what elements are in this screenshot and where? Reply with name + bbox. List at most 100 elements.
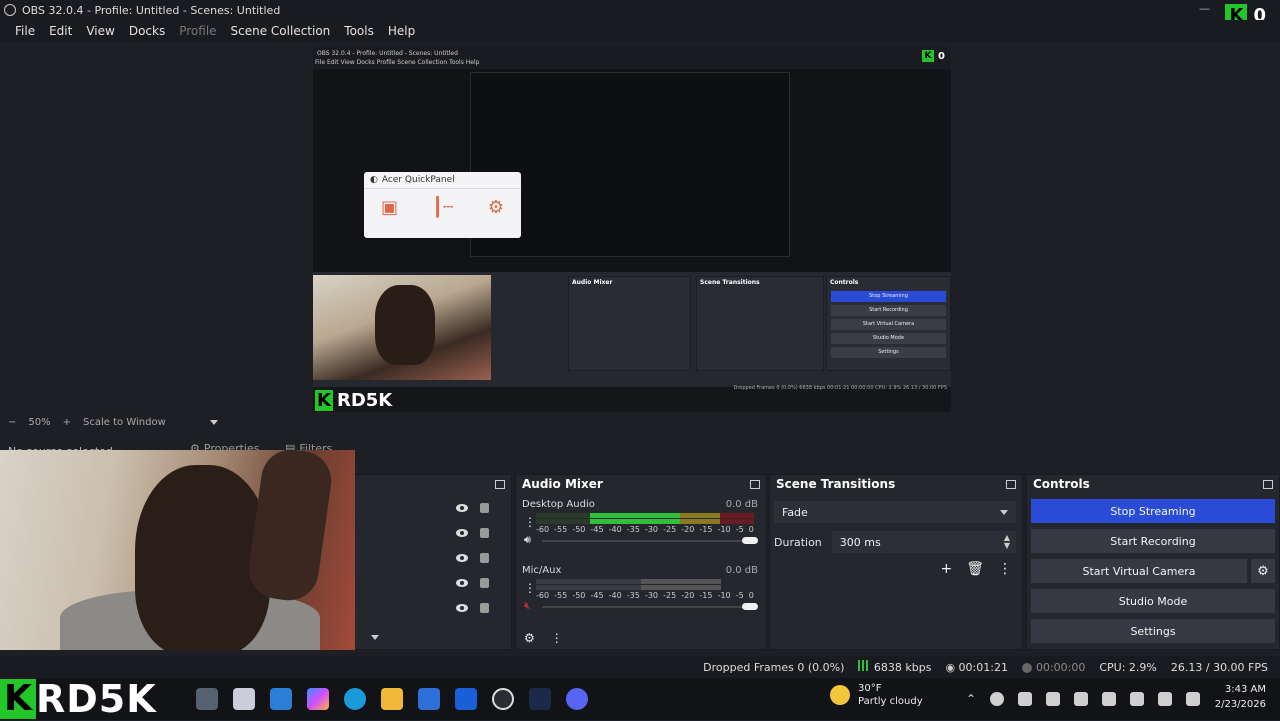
clock[interactable]: 3:43 AM 2/23/2026 [1215,682,1266,712]
lock-icon[interactable] [480,578,489,588]
visibility-eye-icon[interactable] [456,504,468,512]
wifi-icon[interactable] [1130,692,1145,706]
menu-view[interactable]: View [79,24,121,38]
source-row[interactable] [456,528,489,538]
track-menu-icon[interactable]: ⋮ [524,515,536,529]
acer-quickpanel-header: ◐ Acer QuickPanel [364,172,521,189]
chevron-down-icon[interactable] [371,635,379,640]
dropbox-icon[interactable] [455,688,477,710]
menu-scene-collection[interactable]: Scene Collection [224,24,338,38]
lock-icon[interactable] [480,528,489,538]
meter-bg [536,513,590,518]
undock-icon[interactable] [495,479,505,489]
app-icon[interactable] [196,688,218,710]
lock-icon[interactable] [480,553,489,563]
speaker-icon[interactable]: 🔊︎ [524,533,531,547]
speaker-muted-icon[interactable]: 🔇︎ [524,599,531,613]
scale-tick: -10 [717,591,731,600]
store-icon[interactable] [418,688,440,710]
discord-tray-icon[interactable] [1046,692,1061,706]
scale-mode-select[interactable]: Scale to Window [83,417,166,428]
edge-icon[interactable] [344,688,366,710]
zoom-out-button[interactable]: − [8,417,16,428]
menu-profile[interactable]: Profile [172,24,223,38]
volume-slider[interactable]: 🔊︎ [524,533,758,546]
menu-edit[interactable]: Edit [42,24,79,38]
mic-aux-track: Mic/Aux 0.0 dB ⋮ -60 -55 -50 -45 -40 -35… [522,565,758,612]
visibility-eye-icon[interactable] [456,604,468,612]
copilot-icon[interactable] [307,688,329,710]
scale-tick: -55 [554,525,568,534]
slider-handle[interactable] [742,603,758,610]
mixer-footer: ⚙ ⋮ [524,631,563,645]
undock-icon[interactable] [1006,479,1016,489]
source-row[interactable] [456,503,489,513]
menu-docks[interactable]: Docks [122,24,172,38]
discord-icon[interactable] [566,688,588,710]
brand-overlay: K RD5K [0,677,157,721]
visibility-eye-icon[interactable] [456,579,468,587]
meter-bg [641,579,721,584]
nested-brand: K RD5K [315,390,396,411]
chevron-up-icon[interactable]: ⌃ [966,692,976,706]
start-recording-button[interactable]: Start Recording [1031,529,1275,553]
start-virtual-camera-button[interactable]: Start Virtual Camera [1031,559,1247,583]
brand-letter: K [0,679,36,719]
widgets-icon[interactable] [270,688,292,710]
slider-handle[interactable] [742,537,758,544]
zoom-in-button[interactable]: + [63,417,71,428]
transition-tools: + 🗑︎ ⋮ [940,561,1012,577]
slider-track [542,606,747,608]
weather-widget[interactable]: 30°F Partly cloudy [830,682,923,708]
more-icon[interactable]: ⋮ [998,561,1012,577]
stop-streaming-button[interactable]: Stop Streaming [1031,499,1275,523]
menu-tools[interactable]: Tools [337,24,381,38]
cloud-tray-icon[interactable] [1074,692,1089,706]
spin-arrows-icon[interactable]: ▲ ▼ [1004,534,1010,550]
battery-icon[interactable] [1186,692,1201,706]
menu-file[interactable]: File [8,24,42,38]
visibility-eye-icon[interactable] [456,529,468,537]
lock-icon[interactable] [480,603,489,613]
volume-slider[interactable]: 🔇︎ [524,599,758,612]
microphone-icon[interactable] [1102,692,1117,706]
audio-mixer-dock: Audio Mixer Desktop Audio 0.0 dB ⋮ -60 -… [515,474,767,650]
mixer-settings-icon[interactable]: ⚙ [524,631,535,645]
menu-help[interactable]: Help [381,24,422,38]
studio-mode-button[interactable]: Studio Mode [1031,589,1275,613]
steam-icon[interactable] [529,688,551,710]
add-icon[interactable]: + [940,561,952,577]
steam-tray-icon[interactable] [1018,692,1033,706]
source-row[interactable] [456,553,489,563]
audio-icon: ┃┄ [432,197,454,218]
webcam-overlay [0,450,355,650]
obs-taskbar-icon[interactable] [492,688,514,710]
undock-icon[interactable] [750,479,760,489]
program-preview[interactable]: OBS 32.0.4 - Profile: Untitled - Scenes:… [313,47,951,412]
obs-tray-icon[interactable] [990,692,1005,706]
gear-icon[interactable]: ⚙ [1251,559,1275,583]
settings-button[interactable]: Settings [1031,619,1275,643]
track-header: Mic/Aux 0.0 dB [522,565,758,576]
source-row[interactable] [456,578,489,588]
minimize-icon[interactable]: — [1199,2,1210,15]
camera-icon: ▣ [381,197,399,218]
taskbar-apps [196,688,588,710]
lock-icon[interactable] [480,503,489,513]
undock-icon[interactable] [1263,479,1273,489]
chevron-down-icon[interactable] [209,419,218,425]
file-explorer-icon[interactable] [381,688,403,710]
duration-spinbox[interactable]: 300 ms ▲ ▼ [831,531,1016,553]
transition-select[interactable]: Fade [774,501,1016,523]
brand-text: RD5K [36,677,157,721]
visibility-eye-icon[interactable] [456,554,468,562]
source-row[interactable] [456,603,489,613]
window-title: OBS 32.0.4 - Profile: Untitled - Scenes:… [22,3,281,17]
trash-icon[interactable]: 🗑︎ [966,561,984,577]
track-name: Desktop Audio [522,499,595,510]
mixer-menu-icon[interactable]: ⋮ [551,631,563,645]
task-view-icon[interactable] [233,688,255,710]
track-menu-icon[interactable]: ⋮ [524,581,536,595]
signal-bars-icon [858,660,871,671]
volume-icon[interactable] [1158,692,1173,706]
